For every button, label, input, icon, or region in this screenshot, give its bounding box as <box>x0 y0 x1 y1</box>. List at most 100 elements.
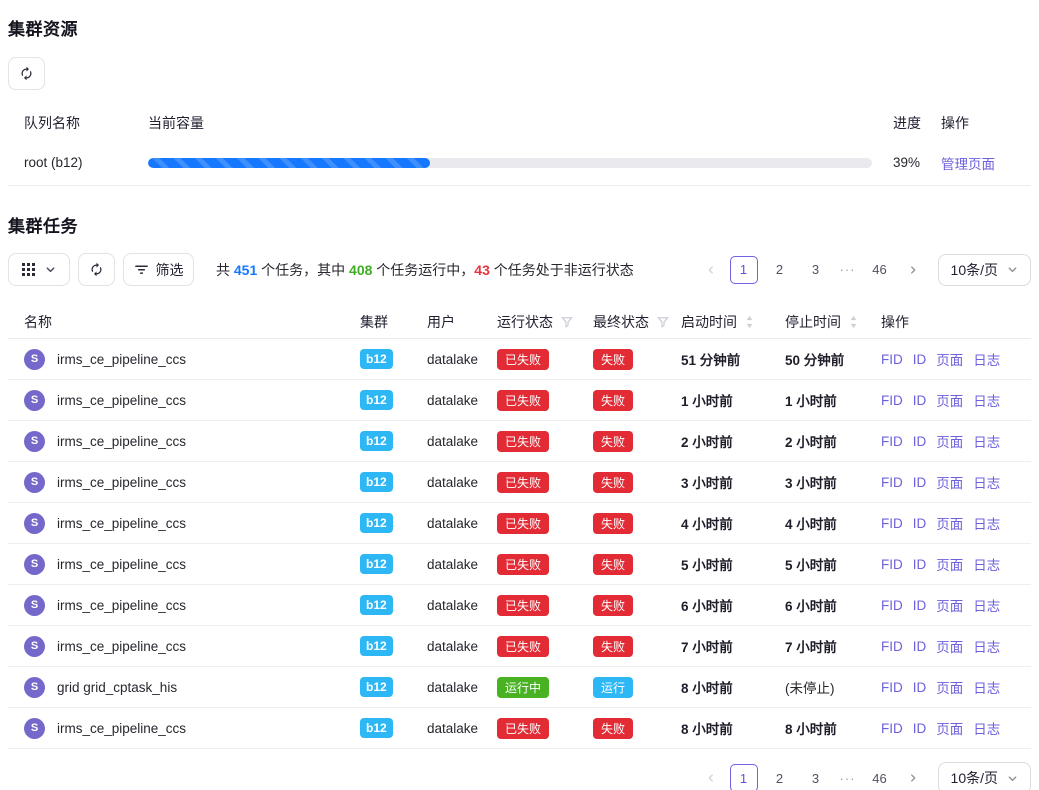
pagination-prev[interactable] <box>700 256 722 284</box>
action-id[interactable]: ID <box>913 639 927 654</box>
task-avatar: S <box>24 349 45 370</box>
action-id[interactable]: ID <box>913 516 927 531</box>
action-id[interactable]: ID <box>913 598 927 613</box>
filter-funnel-icon[interactable] <box>561 316 573 328</box>
action-log[interactable]: 日志 <box>973 718 1000 738</box>
refresh-icon <box>89 262 104 277</box>
pagination-prev[interactable] <box>700 764 722 790</box>
filter-button[interactable]: 筛选 <box>123 253 194 286</box>
action-id[interactable]: ID <box>913 352 927 367</box>
action-page[interactable]: 页面 <box>936 349 963 369</box>
action-id[interactable]: ID <box>913 557 927 572</box>
run-status-tag: 已失败 <box>497 636 549 657</box>
final-status-tag: 失败 <box>593 431 633 452</box>
task-name-cell: Sgrid grid_cptask_his <box>8 677 344 698</box>
pagination-ellipsis[interactable]: ··· <box>838 771 858 786</box>
final-status-tag: 失败 <box>593 595 633 616</box>
action-id[interactable]: ID <box>913 434 927 449</box>
action-page[interactable]: 页面 <box>936 390 963 410</box>
stop-time: 4 小时前 <box>785 513 837 533</box>
progress-value: 39% <box>877 155 925 170</box>
action-log[interactable]: 日志 <box>973 554 1000 574</box>
action-id[interactable]: ID <box>913 475 927 490</box>
task-user: datalake <box>411 557 481 572</box>
pagination-ellipsis[interactable]: ··· <box>838 262 858 277</box>
action-log[interactable]: 日志 <box>973 513 1000 533</box>
action-page[interactable]: 页面 <box>936 636 963 656</box>
stop-time: 5 小时前 <box>785 554 837 574</box>
col-queue-name: 队列名称 <box>8 113 132 133</box>
action-page[interactable]: 页面 <box>936 595 963 615</box>
action-page[interactable]: 页面 <box>936 431 963 451</box>
pagination-page-3[interactable]: 3 <box>802 764 830 790</box>
task-row: Sirms_ce_pipeline_ccsb12datalake已失败失败7 小… <box>8 626 1031 667</box>
col-user: 用户 <box>411 312 481 332</box>
queue-name: root (b12) <box>8 155 132 170</box>
action-id[interactable]: ID <box>913 721 927 736</box>
col-start-time: 启动时间 <box>665 312 769 332</box>
start-time: 8 小时前 <box>681 718 733 738</box>
action-fid[interactable]: FID <box>881 393 903 408</box>
page-size-select[interactable]: 10条/页 <box>938 254 1031 286</box>
action-id[interactable]: ID <box>913 680 927 695</box>
action-page[interactable]: 页面 <box>936 513 963 533</box>
action-fid[interactable]: FID <box>881 557 903 572</box>
layout-menu-button[interactable] <box>8 253 70 286</box>
pagination-page-1[interactable]: 1 <box>730 256 758 284</box>
pagination-page-2[interactable]: 2 <box>766 256 794 284</box>
task-user: datalake <box>411 516 481 531</box>
action-fid[interactable]: FID <box>881 516 903 531</box>
task-user: datalake <box>411 475 481 490</box>
run-status-tag: 已失败 <box>497 472 549 493</box>
cluster-badge: b12 <box>360 349 393 369</box>
sort-icon[interactable] <box>849 315 858 329</box>
resource-row: root (b12) 39% 管理页面 <box>8 140 1031 186</box>
action-log[interactable]: 日志 <box>973 431 1000 451</box>
start-time: 5 小时前 <box>681 554 733 574</box>
action-page[interactable]: 页面 <box>936 554 963 574</box>
pagination-page-1[interactable]: 1 <box>730 764 758 790</box>
action-log[interactable]: 日志 <box>973 636 1000 656</box>
resources-title: 集群资源 <box>8 0 1031 40</box>
start-time: 2 小时前 <box>681 431 733 451</box>
task-name: irms_ce_pipeline_ccs <box>57 434 186 449</box>
tasks-refresh-button[interactable] <box>78 253 115 286</box>
task-avatar: S <box>24 718 45 739</box>
task-user: datalake <box>411 393 481 408</box>
sort-icon[interactable] <box>745 315 754 329</box>
pagination-next[interactable] <box>902 256 924 284</box>
stop-time: 8 小时前 <box>785 718 837 738</box>
start-time: 6 小时前 <box>681 595 733 615</box>
nonrunning-count: 43 <box>474 262 490 278</box>
pagination-page-46[interactable]: 46 <box>866 764 894 790</box>
action-fid[interactable]: FID <box>881 598 903 613</box>
pagination-page-46[interactable]: 46 <box>866 256 894 284</box>
action-page[interactable]: 页面 <box>936 677 963 697</box>
task-name-cell: Sirms_ce_pipeline_ccs <box>8 349 344 370</box>
action-id[interactable]: ID <box>913 393 927 408</box>
page-size-select[interactable]: 10条/页 <box>938 762 1031 790</box>
progress-fill <box>148 158 430 168</box>
manage-page-link[interactable]: 管理页面 <box>941 153 995 173</box>
chevron-down-icon <box>45 264 56 275</box>
resources-refresh-button[interactable] <box>8 57 45 90</box>
action-log[interactable]: 日志 <box>973 390 1000 410</box>
action-fid[interactable]: FID <box>881 434 903 449</box>
pagination-next[interactable] <box>902 764 924 790</box>
action-fid[interactable]: FID <box>881 680 903 695</box>
action-log[interactable]: 日志 <box>973 349 1000 369</box>
stop-time: 3 小时前 <box>785 472 837 492</box>
action-page[interactable]: 页面 <box>936 718 963 738</box>
action-fid[interactable]: FID <box>881 721 903 736</box>
action-log[interactable]: 日志 <box>973 595 1000 615</box>
action-log[interactable]: 日志 <box>973 677 1000 697</box>
tasks-table-footer: 123 ··· 46 10条/页 <box>8 762 1031 790</box>
pagination-page-2[interactable]: 2 <box>766 764 794 790</box>
action-log[interactable]: 日志 <box>973 472 1000 492</box>
action-fid[interactable]: FID <box>881 475 903 490</box>
pagination-page-3[interactable]: 3 <box>802 256 830 284</box>
action-page[interactable]: 页面 <box>936 472 963 492</box>
task-row: Sirms_ce_pipeline_ccsb12datalake已失败失败4 小… <box>8 503 1031 544</box>
action-fid[interactable]: FID <box>881 352 903 367</box>
action-fid[interactable]: FID <box>881 639 903 654</box>
